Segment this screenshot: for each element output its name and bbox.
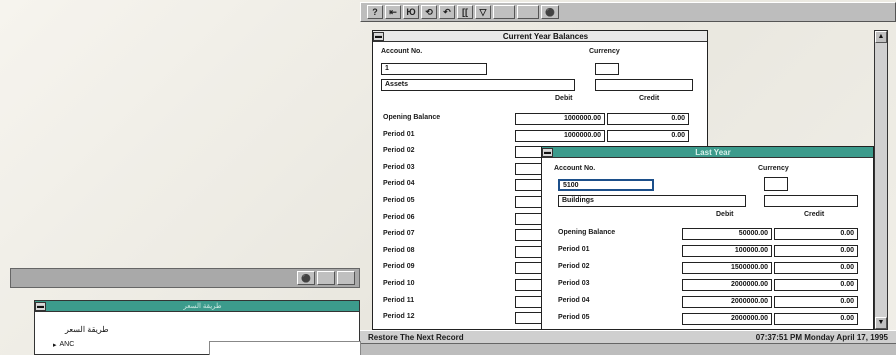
credit-field[interactable]: 0.00 <box>607 113 689 125</box>
row-label: Period 03 <box>558 280 590 287</box>
toolbar-blank-button[interactable] <box>317 271 335 285</box>
debit-field[interactable]: 1000000.00 <box>515 129 605 142</box>
row-label: Period 02 <box>558 263 590 270</box>
first-record-button[interactable]: ⇤ <box>385 5 401 19</box>
row-label: Period 04 <box>558 297 590 304</box>
right-scrollbar[interactable]: ▲ ▼ <box>874 30 888 330</box>
currency-field[interactable] <box>764 177 788 191</box>
toolbar-blank-button-1[interactable] <box>493 5 515 19</box>
row-label: Period 08 <box>383 246 415 254</box>
record-icon[interactable]: ⚫ <box>297 271 315 285</box>
status-message: Restore The Next Record <box>368 332 464 342</box>
credit-field[interactable]: 0.00 <box>774 313 858 325</box>
list-item[interactable]: ▸ ANC <box>53 341 74 349</box>
current-year-titlebar: ▬ Current Year Balances <box>373 31 707 42</box>
delete-button[interactable]: ▽ <box>475 5 491 19</box>
window-menu-icon[interactable]: ▬ <box>542 147 553 157</box>
toolbar-blank-button[interactable] <box>337 271 355 285</box>
row-label: Period 12 <box>383 313 415 321</box>
toolbar: ? ⇤ Ю ⟲ ↶[[▽ ⚫ <box>360 2 896 22</box>
debit-field[interactable]: 1500000.00 <box>682 262 772 274</box>
undo-button[interactable]: ↶ <box>439 5 455 19</box>
currency-name-field[interactable] <box>764 195 858 207</box>
debit-header: Debit <box>716 211 734 218</box>
debit-field[interactable]: 1000000.00 <box>515 113 605 125</box>
currency-field[interactable] <box>595 63 619 75</box>
window-title: طريقة السعر <box>183 303 222 310</box>
account-name-field[interactable]: Buildings <box>558 195 746 207</box>
currency-label: Currency <box>758 165 789 172</box>
status-datetime: 07:37:51 PM Monday April 17, 1995 <box>755 332 888 342</box>
background-toolbar: ⚫ <box>10 268 360 288</box>
restore-button[interactable]: ⟲ <box>421 5 437 19</box>
row-label: Period 02 <box>383 147 415 155</box>
credit-field[interactable]: 0.00 <box>774 279 858 291</box>
last-year-titlebar: ▬ Last Year <box>542 147 873 158</box>
account-name-field[interactable]: Assets <box>381 79 575 91</box>
window-menu-icon[interactable]: ▬ <box>35 301 46 311</box>
currency-label: Currency <box>589 48 620 55</box>
window-title: Last Year <box>695 147 731 157</box>
row-label: Opening Balance <box>558 229 616 236</box>
account-label: Account No. <box>381 48 423 55</box>
debit-field[interactable]: 50000.00 <box>682 228 772 240</box>
list-field[interactable] <box>209 341 361 355</box>
debit-field[interactable]: 2000000.00 <box>682 313 772 325</box>
row-label: Period 09 <box>383 263 415 271</box>
credit-field[interactable]: 0.00 <box>774 262 858 274</box>
debit-field[interactable]: 100000.00 <box>682 245 772 257</box>
help-button[interactable]: ? <box>367 5 383 19</box>
row-label: Period 01 <box>558 246 590 253</box>
row-label: Period 07 <box>383 230 415 238</box>
toolbar-buttons: ? ⇤ Ю ⟲ ↶[[▽ <box>367 5 491 19</box>
arrow-right-icon: ▸ <box>53 342 57 349</box>
list-item-label: ANC <box>59 341 75 348</box>
clear-button[interactable]: [[ <box>457 5 473 19</box>
row-label: Period 05 <box>383 197 415 204</box>
credit-field[interactable]: 0.00 <box>607 129 689 142</box>
last-year-window: ▬ Last Year Account No. Currency 5100 Bu… <box>541 146 874 342</box>
row-label: Period 11 <box>383 296 415 304</box>
debit-field[interactable]: 2000000.00 <box>682 296 772 308</box>
debit-header: Debit <box>555 95 573 102</box>
status-bar-bottom <box>360 344 896 355</box>
credit-header: Credit <box>804 211 825 218</box>
row-label: Period 03 <box>383 163 415 171</box>
credit-field[interactable]: 0.00 <box>774 228 858 240</box>
row-label: Opening Balance <box>383 114 441 121</box>
account-number-field[interactable]: 1 <box>381 63 487 75</box>
toolbar-blank-button-2[interactable] <box>517 5 539 19</box>
window-menu-icon[interactable]: ▬ <box>373 31 384 41</box>
row-label: Period 10 <box>383 280 415 287</box>
row-label: Period 04 <box>383 180 415 188</box>
debit-field[interactable]: 2000000.00 <box>682 279 772 291</box>
credit-header: Credit <box>639 95 660 102</box>
scroll-up-arrow[interactable]: ▲ <box>875 31 887 43</box>
arabic-field-label: طريقة السعر <box>65 325 109 334</box>
credit-field[interactable]: 0.00 <box>774 296 858 308</box>
account-number-field[interactable]: 5100 <box>558 179 654 191</box>
row-label: Period 05 <box>558 314 590 321</box>
account-label: Account No. <box>554 165 596 172</box>
window-title: Current Year Balances <box>502 31 589 41</box>
row-label: Period 01 <box>383 130 415 138</box>
currency-name-field[interactable] <box>595 79 693 91</box>
credit-field[interactable]: 0.00 <box>774 245 858 257</box>
toolbar-record-icon[interactable]: ⚫ <box>541 5 559 19</box>
prev-record-button[interactable]: Ю <box>403 5 419 19</box>
status-bar: Restore The Next Record 07:37:51 PM Mond… <box>360 330 896 344</box>
background-window: ▬ طريقة السعر طريقة السعر ▸ ANC <box>34 300 361 355</box>
scroll-down-arrow[interactable]: ▼ <box>875 317 887 329</box>
row-label: Period 06 <box>383 213 415 221</box>
background-titlebar: ▬ طريقة السعر <box>35 301 359 312</box>
